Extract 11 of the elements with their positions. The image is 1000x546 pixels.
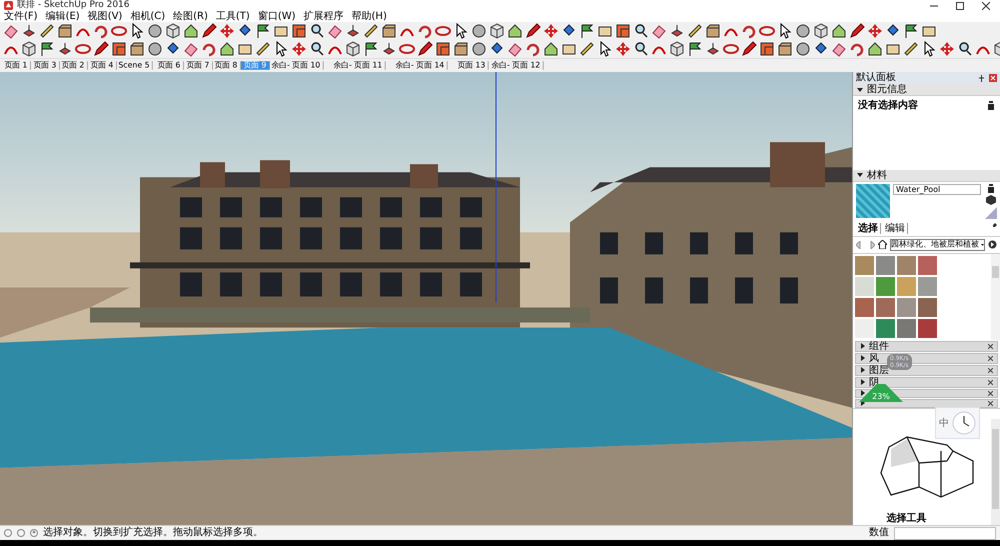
panel-title: 图层 <box>869 366 889 375</box>
tray-title: 默认面板 <box>856 72 896 84</box>
window-title: 联排 - SketchUp Pro 2016 <box>17 0 130 10</box>
instructor-title: 选择工具 <box>886 512 926 525</box>
panel-title: 材料 <box>867 170 887 181</box>
panel-title: 组件 <box>869 342 889 351</box>
panel-title: 风 <box>869 354 879 363</box>
entity-info-message: 没有选择内容 <box>858 98 918 112</box>
panel-title: 图元信息 <box>867 84 907 95</box>
measurements-label: 数值 <box>869 527 889 539</box>
status-message: 选择对象。切换到扩充选择。拖动鼠标选择多项。 <box>43 527 263 539</box>
